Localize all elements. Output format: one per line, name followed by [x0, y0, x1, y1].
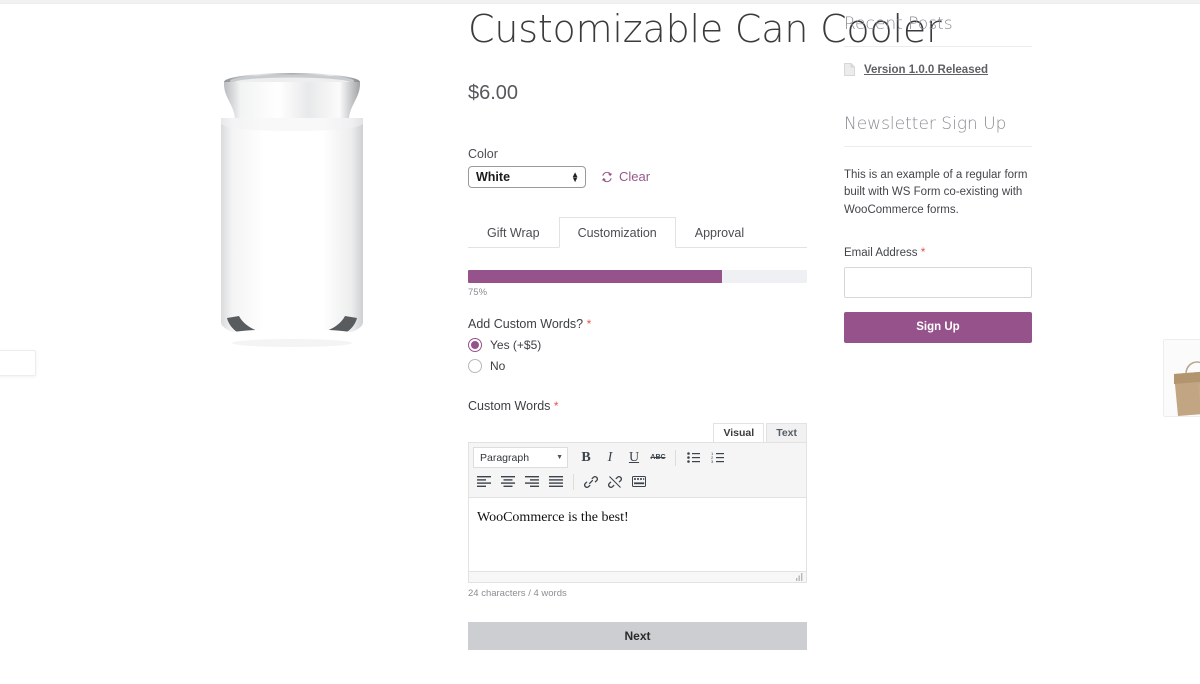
- clear-variation-link[interactable]: Clear: [600, 169, 650, 184]
- resize-grip-glyph: [795, 573, 803, 581]
- toolbar-divider: [675, 450, 676, 466]
- format-select-value: Paragraph: [480, 452, 529, 464]
- link-glyph: [584, 475, 598, 489]
- newsletter-description: This is an example of a regular form bui…: [844, 167, 1032, 219]
- tab-visual[interactable]: Visual: [713, 423, 764, 442]
- add-custom-words-label: Add Custom Words? *: [468, 317, 808, 331]
- paper-bag-icon: D: [1164, 340, 1200, 417]
- format-select[interactable]: Paragraph ▼: [473, 447, 568, 468]
- product-price: $6.00: [468, 82, 808, 105]
- align-left-glyph: [477, 476, 491, 487]
- sign-up-button[interactable]: Sign Up: [844, 312, 1032, 343]
- custom-words-label: Custom Words *: [468, 399, 808, 413]
- tab-text[interactable]: Text: [766, 423, 807, 442]
- progress-percent-label: 75%: [468, 287, 808, 298]
- unlink-icon[interactable]: [604, 471, 626, 492]
- chevron-down-icon: ▼: [556, 454, 563, 461]
- sidebar: Recent Posts Version 1.0.0 Released News…: [844, 0, 1032, 343]
- bulleted-list-icon[interactable]: [682, 447, 704, 468]
- document-icon: [844, 63, 855, 76]
- toolbar-divider-2: [573, 474, 574, 490]
- product-summary: Customizable Can Cooler $6.00 Color Whit…: [468, 0, 808, 650]
- link-icon[interactable]: [580, 471, 602, 492]
- required-marker-editor: *: [554, 399, 559, 413]
- align-right-glyph: [525, 476, 539, 487]
- numbered-list-icon[interactable]: 1 2 3: [706, 447, 728, 468]
- svg-text:3: 3: [711, 459, 714, 463]
- bold-icon[interactable]: B: [575, 447, 597, 468]
- editor-toolbar-row-1: Paragraph ▼ B I U ABC: [473, 446, 802, 470]
- resize-handle-icon[interactable]: [795, 573, 803, 581]
- unlink-glyph: [608, 475, 622, 489]
- clear-label: Clear: [619, 169, 650, 184]
- editor-content[interactable]: WooCommerce is the best!: [469, 498, 806, 571]
- variation-color-row: Color White ▲▼ Clear: [468, 147, 808, 188]
- radio-option-no[interactable]: No: [468, 359, 808, 373]
- editor-toolbar: Paragraph ▼ B I U ABC: [469, 443, 806, 498]
- strikethrough-icon[interactable]: ABC: [647, 447, 669, 468]
- editor-character-count: 24 characters / 4 words: [468, 588, 807, 599]
- numbered-list-glyph: 1 2 3: [711, 452, 724, 463]
- recent-posts-title: Recent Posts: [844, 14, 1032, 47]
- tab-approval[interactable]: Approval: [676, 217, 763, 248]
- align-center-glyph: [501, 476, 515, 487]
- tab-customization[interactable]: Customization: [559, 217, 676, 248]
- newsletter-title: Newsletter Sign Up: [844, 114, 1032, 147]
- editor-resize-bar: [469, 571, 806, 582]
- email-field[interactable]: [844, 267, 1032, 298]
- align-justify-glyph: [549, 476, 563, 487]
- email-address-label: Email Address *: [844, 245, 1032, 259]
- progress-bar: [468, 270, 807, 283]
- align-left-icon[interactable]: [473, 471, 495, 492]
- next-button[interactable]: Next: [468, 622, 807, 650]
- color-select-value: White: [476, 170, 510, 184]
- add-custom-words-label-text: Add Custom Words?: [468, 317, 583, 331]
- email-address-label-text: Email Address: [844, 247, 918, 259]
- chevron-updown-icon: ▲▼: [571, 172, 579, 182]
- radio-yes-icon[interactable]: [468, 338, 482, 352]
- align-right-icon[interactable]: [521, 471, 543, 492]
- radio-option-yes[interactable]: Yes (+$5): [468, 338, 808, 352]
- color-select[interactable]: White ▲▼: [468, 166, 586, 188]
- color-label: Color: [468, 147, 808, 161]
- editor-shell: Paragraph ▼ B I U ABC: [468, 442, 807, 583]
- required-marker-email: *: [921, 245, 926, 259]
- bulleted-list-glyph: [687, 452, 700, 463]
- recent-post-link[interactable]: Version 1.0.0 Released: [864, 64, 988, 76]
- thumbnail-previous[interactable]: [0, 350, 36, 376]
- product-gallery: [0, 10, 445, 390]
- align-justify-icon[interactable]: [545, 471, 567, 492]
- editor-mode-tabs: Visual Text: [468, 423, 807, 442]
- custom-words-label-text: Custom Words: [468, 399, 550, 413]
- product-page: D Customizable Can Cooler $6.00 Color Wh…: [0, 0, 1200, 684]
- required-marker: *: [587, 317, 592, 331]
- radio-no-label: No: [490, 359, 505, 373]
- form-tabs: Gift Wrap Customization Approval: [468, 217, 807, 248]
- tab-gift-wrap[interactable]: Gift Wrap: [468, 217, 559, 248]
- thumbnail-paper-bag[interactable]: D: [1163, 339, 1200, 417]
- progress-bar-fill: [468, 270, 722, 283]
- radio-no-icon[interactable]: [468, 359, 482, 373]
- radio-yes-label: Yes (+$5): [490, 338, 541, 352]
- list-item[interactable]: Version 1.0.0 Released: [844, 63, 1032, 76]
- product-image-can-cooler[interactable]: [175, 60, 410, 360]
- toggle-toolbar-glyph: [632, 476, 646, 487]
- rich-text-editor: Visual Text Paragraph ▼ B I U ABC: [468, 423, 807, 599]
- italic-icon[interactable]: I: [599, 447, 621, 468]
- underline-icon[interactable]: U: [623, 447, 645, 468]
- toggle-toolbar-icon[interactable]: [628, 471, 650, 492]
- can-cooler-illustration: [175, 60, 410, 360]
- editor-toolbar-row-2: [473, 470, 802, 494]
- reset-icon: [600, 170, 614, 184]
- align-center-icon[interactable]: [497, 471, 519, 492]
- page-title: Customizable Can Cooler: [468, 8, 808, 52]
